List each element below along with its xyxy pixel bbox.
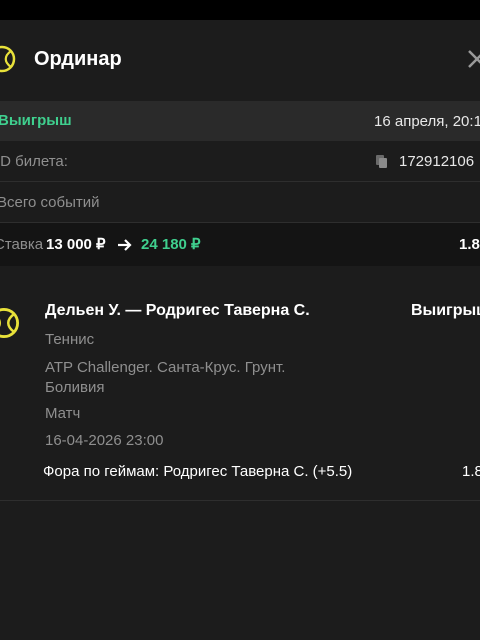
bet-detail-sheet: Ординар Выигрыш 16 апреля, 20:1 ID билет… xyxy=(0,20,480,640)
events-count-row: Всего событий xyxy=(0,182,480,223)
event-status: Выигрыш xyxy=(411,302,480,319)
ticket-number[interactable]: 172912106 xyxy=(399,153,474,170)
total-coefficient: 1.8 xyxy=(459,236,480,253)
event-coefficient: 1.8 xyxy=(462,463,480,480)
status-row: Выигрыш 16 апреля, 20:1 xyxy=(0,101,480,141)
tennis-ball-icon xyxy=(0,307,20,339)
event-sport: Теннис xyxy=(45,331,95,348)
close-icon[interactable] xyxy=(466,48,480,70)
stake-amount: 13 000 ₽ xyxy=(46,236,106,253)
arrow-right-icon xyxy=(118,239,132,251)
ticket-row: ID билета: 172912106 xyxy=(0,141,480,182)
bet-date: 16 апреля, 20:1 xyxy=(374,113,480,130)
event-card: Дельен У. — Родригес Таверна С. Выигрыш … xyxy=(0,266,480,501)
stake-row: Ставка 13 000 ₽ 24 180 ₽ 1.8 xyxy=(0,223,480,266)
ticket-label: ID билета: xyxy=(0,153,68,170)
copy-icon[interactable] xyxy=(375,154,389,169)
payout-amount: 24 180 ₽ xyxy=(141,236,201,253)
status-badge: Выигрыш xyxy=(0,112,72,129)
event-tournament: ATP Challenger. Санта-Крус. Грунт. Болив… xyxy=(45,359,286,396)
events-count-label: Всего событий xyxy=(0,194,100,211)
event-outcome: Фора по геймам: Родригес Таверна С. (+5.… xyxy=(43,463,353,480)
event-market-type: Матч xyxy=(45,405,81,422)
bet-header: Ординар xyxy=(0,20,480,100)
event-title: Дельен У. — Родригес Таверна С. xyxy=(45,302,310,319)
bet-type-title: Ординар xyxy=(34,48,122,70)
event-datetime: 16-04-2026 23:00 xyxy=(45,432,164,449)
stake-label: Ставка xyxy=(0,236,44,253)
tennis-ball-icon xyxy=(0,45,16,73)
